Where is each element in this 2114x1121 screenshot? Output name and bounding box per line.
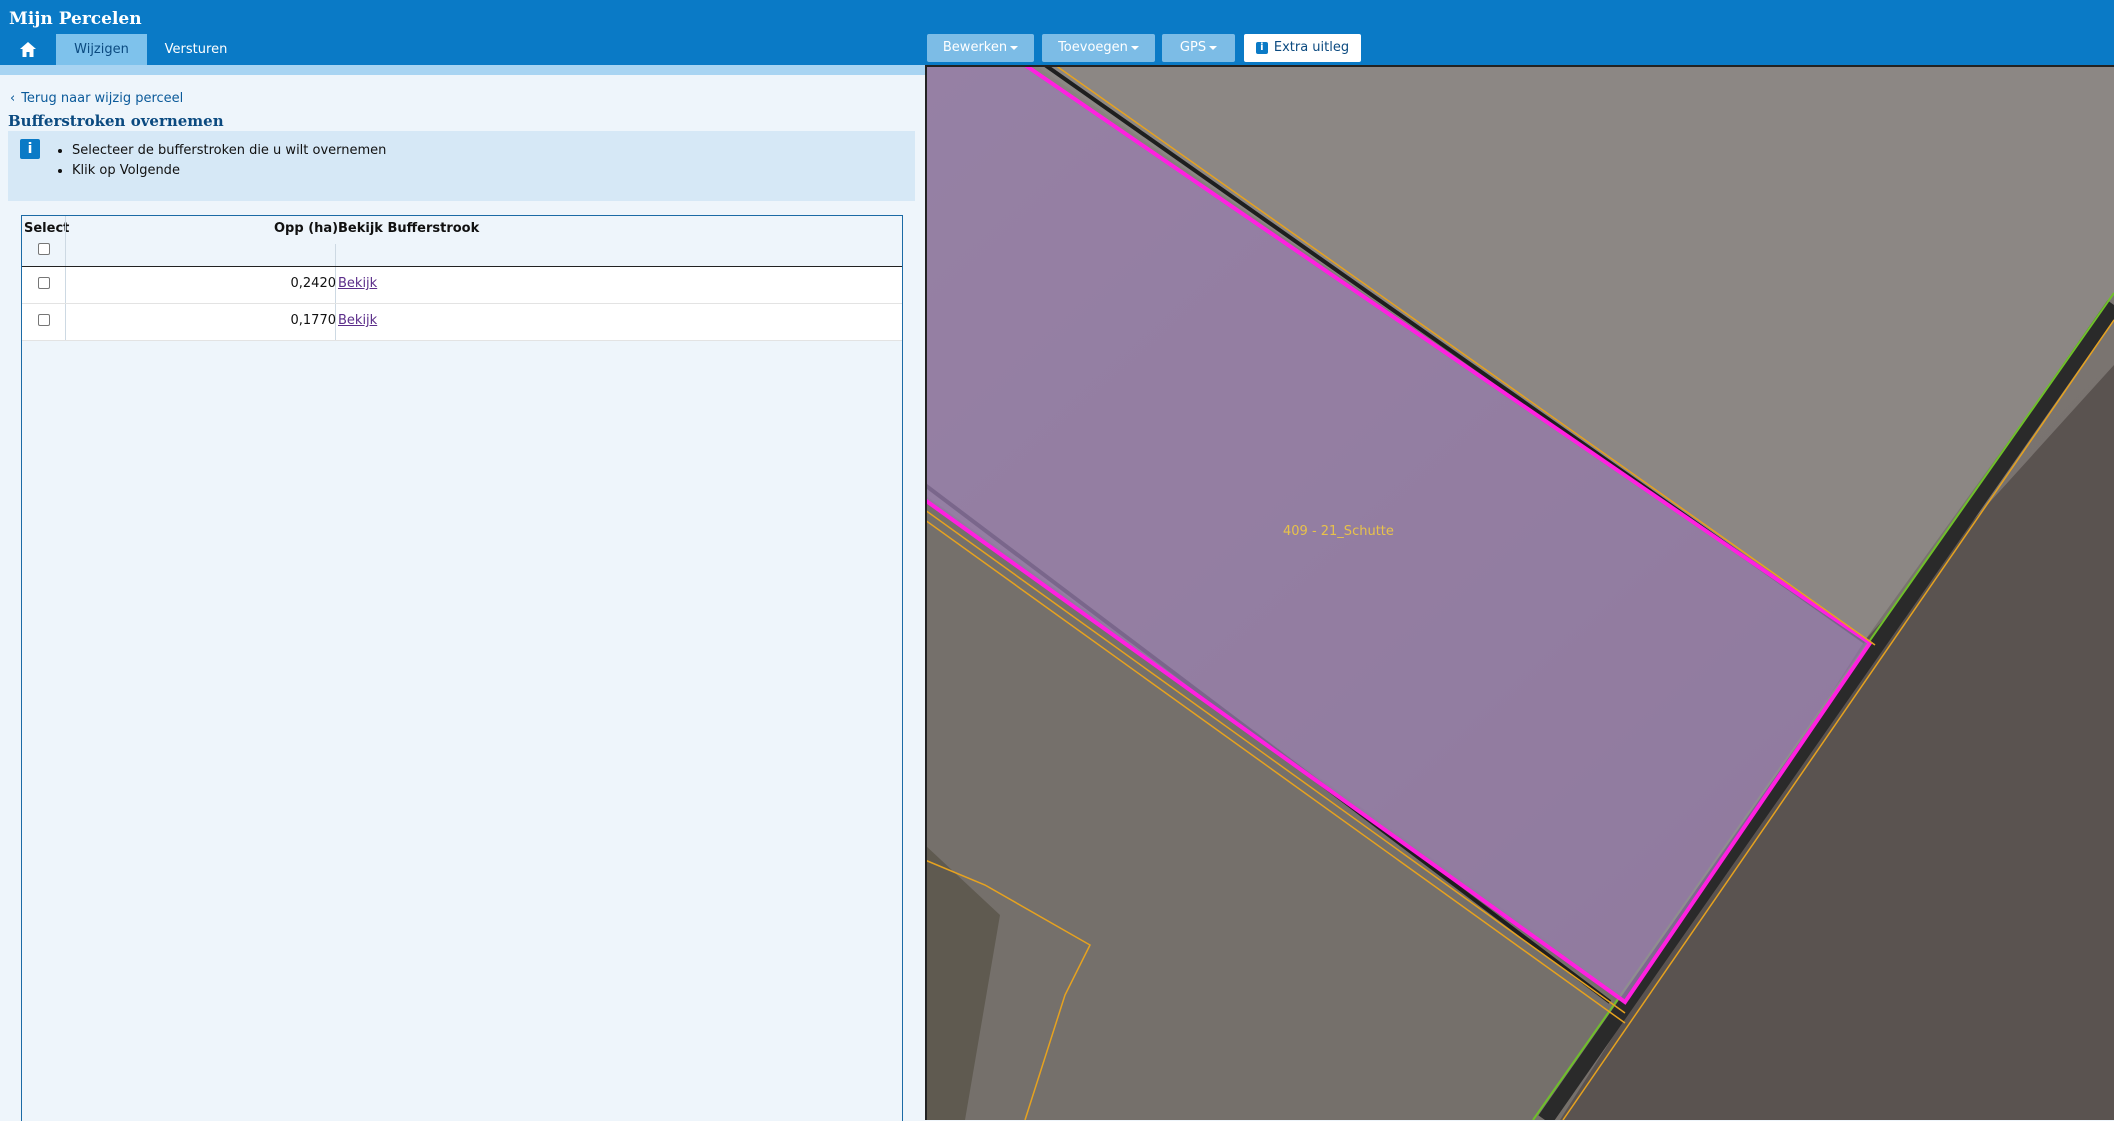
map-frame — [925, 65, 2114, 1120]
bekijk-link[interactable]: Bekijk — [338, 313, 377, 328]
bewerken-dropdown[interactable]: Bewerken — [927, 34, 1034, 62]
app-title: Mijn Percelen — [9, 9, 142, 29]
home-icon — [19, 41, 36, 57]
toevoegen-label: Toevoegen — [1058, 40, 1128, 55]
column-divider — [65, 267, 66, 303]
instruction-item: Selecteer de bufferstroken die u wilt ov… — [72, 141, 386, 161]
column-header-opp: Opp (ha) — [274, 221, 339, 236]
table-row: 0,1770 Bekijk — [22, 304, 902, 341]
column-divider — [65, 304, 66, 340]
instruction-box: i Selecteer de bufferstroken die u wilt … — [8, 131, 915, 201]
bewerken-label: Bewerken — [942, 40, 1008, 55]
instruction-item: Klik op Volgende — [72, 161, 386, 181]
column-header-bekijk: Bekijk Bufferstrook — [338, 221, 480, 236]
select-all-checkbox[interactable] — [38, 243, 50, 255]
info-icon: i — [20, 139, 40, 159]
tab-wijzigen[interactable]: Wijzigen — [56, 34, 147, 65]
bekijk-link[interactable]: Bekijk — [338, 276, 377, 291]
extra-uitleg-label: Extra uitleg — [1273, 40, 1350, 55]
subnav-bar — [0, 65, 926, 75]
caret-down-icon — [1209, 45, 1218, 50]
extra-uitleg-button[interactable]: i Extra uitleg — [1244, 34, 1361, 62]
gps-label: GPS — [1179, 40, 1207, 55]
home-button[interactable] — [9, 34, 46, 64]
caret-down-icon — [1130, 45, 1139, 50]
app-header: Mijn Percelen Wijzigen Versturen Bewerke… — [0, 0, 2114, 65]
row-checkbox[interactable] — [38, 277, 50, 289]
tab-versturen[interactable]: Versturen — [150, 34, 242, 65]
row-opp: 0,2420 — [290, 276, 337, 291]
instruction-list: Selecteer de bufferstroken die u wilt ov… — [50, 141, 386, 181]
table-row: 0,2420 Bekijk — [22, 267, 902, 304]
back-link-label: Terug naar wijzig perceel — [21, 91, 184, 106]
column-divider — [65, 216, 66, 266]
row-checkbox[interactable] — [38, 314, 50, 326]
caret-down-icon — [1010, 45, 1019, 50]
column-divider — [335, 244, 336, 266]
toevoegen-dropdown[interactable]: Toevoegen — [1042, 34, 1155, 62]
gps-dropdown[interactable]: GPS — [1162, 34, 1235, 62]
left-panel: ‹ Terug naar wijzig perceel Bufferstroken… — [0, 75, 926, 1121]
page-title: Bufferstroken overnemen — [8, 112, 224, 130]
back-link[interactable]: ‹ Terug naar wijzig perceel — [10, 91, 183, 106]
chevron-left-icon: ‹ — [10, 91, 16, 106]
map-viewer[interactable]: 409 - 21_Schutte — [925, 65, 2114, 1120]
column-header-select: Select — [24, 221, 70, 236]
info-icon: i — [1255, 41, 1268, 54]
table-header: Select Opp (ha) Bekijk Bufferstrook — [22, 216, 902, 267]
bufferstroken-table: Select Opp (ha) Bekijk Bufferstrook 0,24… — [21, 215, 903, 1121]
row-opp: 0,1770 — [290, 313, 337, 328]
